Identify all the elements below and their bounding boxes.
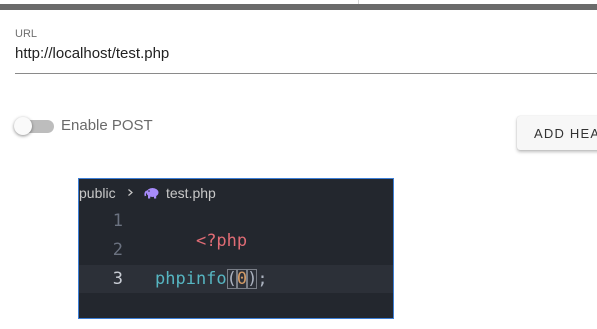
code-token: phpinfo <box>155 269 227 289</box>
line-number-active: 3 <box>112 269 123 289</box>
url-input[interactable]: http://localhost/test.php <box>15 43 597 74</box>
add-header-button-label: ADD HEA <box>534 126 597 141</box>
code-editor[interactable]: public test.php 1 <?php 2 3 phpinfo(0); <box>78 178 394 319</box>
code-token: <?php <box>195 231 248 251</box>
url-input-value[interactable]: http://localhost/test.php <box>15 45 169 62</box>
tab-divider <box>358 0 359 4</box>
php-elephant-icon <box>144 188 159 199</box>
toggle-thumb[interactable] <box>14 117 32 135</box>
breadcrumb-file[interactable]: test.php <box>166 185 216 201</box>
line-number: 2 <box>112 240 123 260</box>
code-token: ( <box>226 269 237 289</box>
breadcrumb-folder[interactable]: public <box>79 185 116 201</box>
code-line[interactable]: phpinfo(0); <box>155 269 268 289</box>
enable-post-toggle[interactable] <box>14 117 54 135</box>
code-line[interactable]: <?php <box>155 211 247 271</box>
code-token: ; <box>257 269 268 289</box>
chevron-right-icon <box>128 189 133 196</box>
enable-post-label: Enable POST <box>61 117 153 134</box>
line-number: 1 <box>112 211 123 231</box>
add-header-button[interactable]: ADD HEA <box>517 116 597 150</box>
tab-area <box>0 0 597 4</box>
code-token: ) <box>247 269 258 289</box>
tab-bar-strip <box>0 0 597 10</box>
url-field-label: URL <box>15 28 38 40</box>
code-token: 0 <box>236 269 248 289</box>
